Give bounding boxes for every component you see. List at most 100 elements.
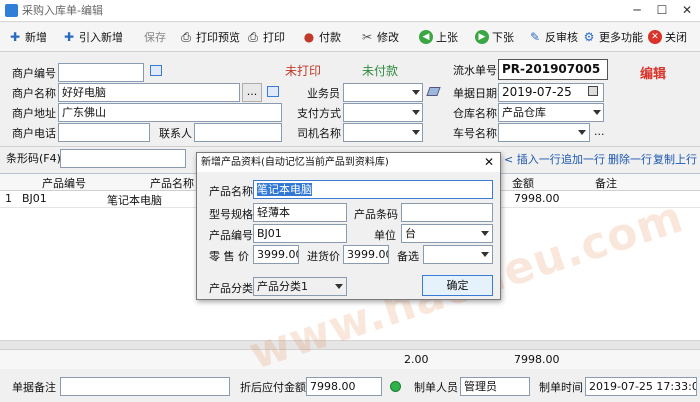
chevron-down-icon xyxy=(412,130,420,135)
app-icon xyxy=(5,4,18,17)
plus-icon: ✚ xyxy=(9,30,21,44)
delete-row-button[interactable]: 删除一行 xyxy=(608,153,652,167)
customer-name-label: 商户名称 xyxy=(12,87,56,100)
pay-button[interactable]: ● 付款 xyxy=(302,28,341,46)
chevron-down-icon xyxy=(578,130,586,135)
new-button[interactable]: ✚ 新增 xyxy=(8,28,47,46)
vehicle-select[interactable] xyxy=(498,123,590,142)
barcode-field-label: 产品条码 xyxy=(354,208,398,221)
contact-input[interactable] xyxy=(194,123,282,142)
payment-label: 支付方式 xyxy=(297,107,341,120)
save-button[interactable]: 保存 xyxy=(144,28,166,46)
product-code-label: 产品编号 xyxy=(209,229,253,242)
prev-button[interactable]: ◀ 上张 xyxy=(419,28,458,46)
spare-label: 备选 xyxy=(397,250,419,263)
barcode-input[interactable] xyxy=(60,149,186,168)
lookup-icon[interactable] xyxy=(150,65,162,76)
retail-price-label: 零 售 价 xyxy=(209,250,249,263)
chevron-down-icon xyxy=(593,110,601,115)
product-code-input[interactable]: BJ01 xyxy=(253,224,347,243)
customer-browse-button[interactable]: ... xyxy=(242,83,262,102)
minimize-icon[interactable]: ─ xyxy=(626,2,648,18)
print-button[interactable]: ⎙ 打印 xyxy=(246,28,285,46)
vehicle-more-button[interactable]: ... xyxy=(594,125,605,139)
product-name-input[interactable]: 笔记本电脑 xyxy=(253,180,493,199)
payable-input: 7998.00 xyxy=(306,377,382,396)
serial-input[interactable]: PR-201907005 xyxy=(498,59,608,80)
tools-icon: ✂ xyxy=(361,30,373,44)
customer-name-input[interactable]: 好好电脑 xyxy=(58,83,240,102)
next-button[interactable]: ▶ 下张 xyxy=(475,28,514,46)
append-row-button[interactable]: 追加一行 xyxy=(561,153,605,167)
close-window-icon[interactable]: ✕ xyxy=(676,2,698,18)
chevron-down-icon xyxy=(335,284,343,289)
mode-badge: 编辑 xyxy=(640,67,667,82)
column-header-name: 产品名称 xyxy=(150,177,194,190)
retail-price-input[interactable]: 3999.00 xyxy=(253,245,299,264)
serial-label: 流水单号 xyxy=(453,64,497,77)
grid-total-row: 2.00 7998.00 xyxy=(0,349,700,369)
payment-select[interactable] xyxy=(343,103,423,122)
cell-name: 笔记本电脑 xyxy=(107,194,162,207)
customer-phone-input[interactable] xyxy=(58,123,150,142)
payable-label: 折后应付金额 xyxy=(240,381,306,394)
column-header-code: 产品编号 xyxy=(42,177,86,190)
column-header-amount: 金额 xyxy=(512,177,534,190)
spec-label: 型号规格 xyxy=(209,208,253,221)
calendar-icon[interactable] xyxy=(588,86,598,96)
remark-input[interactable] xyxy=(60,377,230,396)
plus-icon: ✚ xyxy=(63,30,75,44)
grid-scrollbar[interactable] xyxy=(0,340,700,349)
window-title: 采购入库单-编辑 xyxy=(22,4,103,17)
print-preview-button[interactable]: ⎙ 打印预览 xyxy=(179,28,240,46)
coins-icon: ● xyxy=(303,30,315,44)
cell-code: BJ01 xyxy=(22,192,47,205)
warehouse-select[interactable]: 产品仓库 xyxy=(498,103,604,122)
chevron-down-icon xyxy=(412,90,420,95)
total-amount: 7998.00 xyxy=(514,353,560,366)
arrow-left-icon: < xyxy=(504,153,517,166)
insert-row-button[interactable]: < 插入一行 xyxy=(504,153,561,167)
remark-label: 单据备注 xyxy=(12,381,56,394)
dialog-close-icon[interactable]: ✕ xyxy=(484,155,494,169)
eraser-icon[interactable] xyxy=(426,87,441,96)
purchase-price-label: 进货价 xyxy=(307,250,340,263)
lookup-icon[interactable] xyxy=(267,86,279,97)
copy-row-button[interactable]: 复制上行 xyxy=(653,153,697,167)
spec-input[interactable]: 轻薄本 xyxy=(253,203,347,222)
barcode-label: 条形码(F4) xyxy=(6,152,61,165)
customer-code-input[interactable] xyxy=(58,63,144,82)
modify-button[interactable]: ✂ 修改 xyxy=(360,28,399,46)
vehicle-label: 车号名称 xyxy=(453,127,497,140)
arrow-right-icon: ▶ xyxy=(475,30,489,44)
barcode-field-input[interactable] xyxy=(401,203,493,222)
category-select[interactable]: 产品分类1 xyxy=(253,277,347,296)
pay-status: 未付款 xyxy=(362,64,399,78)
import-new-button[interactable]: ✚ 引入新增 xyxy=(62,28,123,46)
maker-label: 制单人员 xyxy=(414,381,458,394)
unit-select[interactable]: 台 xyxy=(401,224,493,243)
total-qty: 2.00 xyxy=(404,353,429,366)
customer-code-label: 商户编号 xyxy=(12,67,56,80)
printer-icon: ⎙ xyxy=(181,29,191,44)
dialog-title: 新增产品资料(自动记忆当前产品到资料库) xyxy=(201,157,389,168)
customer-address-label: 商户地址 xyxy=(12,107,56,120)
status-indicator-icon xyxy=(390,381,401,392)
new-product-dialog: 新增产品资料(自动记忆当前产品到资料库) ✕ 产品名称 笔记本电脑 型号规格 轻… xyxy=(196,152,501,300)
close-button[interactable]: ✕ 关闭 xyxy=(648,28,687,46)
category-label: 产品分类 xyxy=(209,282,253,295)
print-status: 未打印 xyxy=(285,64,322,78)
audit-icon: ✎ xyxy=(529,30,541,44)
driver-select[interactable] xyxy=(343,123,423,142)
printer-icon: ⎙ xyxy=(248,29,258,44)
unit-label: 单位 xyxy=(374,229,396,242)
purchase-price-input[interactable]: 3999.00 xyxy=(343,245,389,264)
maximize-icon[interactable]: ☐ xyxy=(651,2,673,18)
more-functions-button[interactable]: ⚙ 更多功能 xyxy=(582,28,643,46)
unaudit-button[interactable]: ✎ 反审核 xyxy=(528,28,578,46)
confirm-button[interactable]: 确定 xyxy=(422,275,493,296)
salesman-select[interactable] xyxy=(343,83,423,102)
customer-address-input[interactable]: 广东佛山 xyxy=(58,103,282,122)
contact-label: 联系人 xyxy=(159,127,192,140)
gear-icon: ⚙ xyxy=(583,30,595,44)
